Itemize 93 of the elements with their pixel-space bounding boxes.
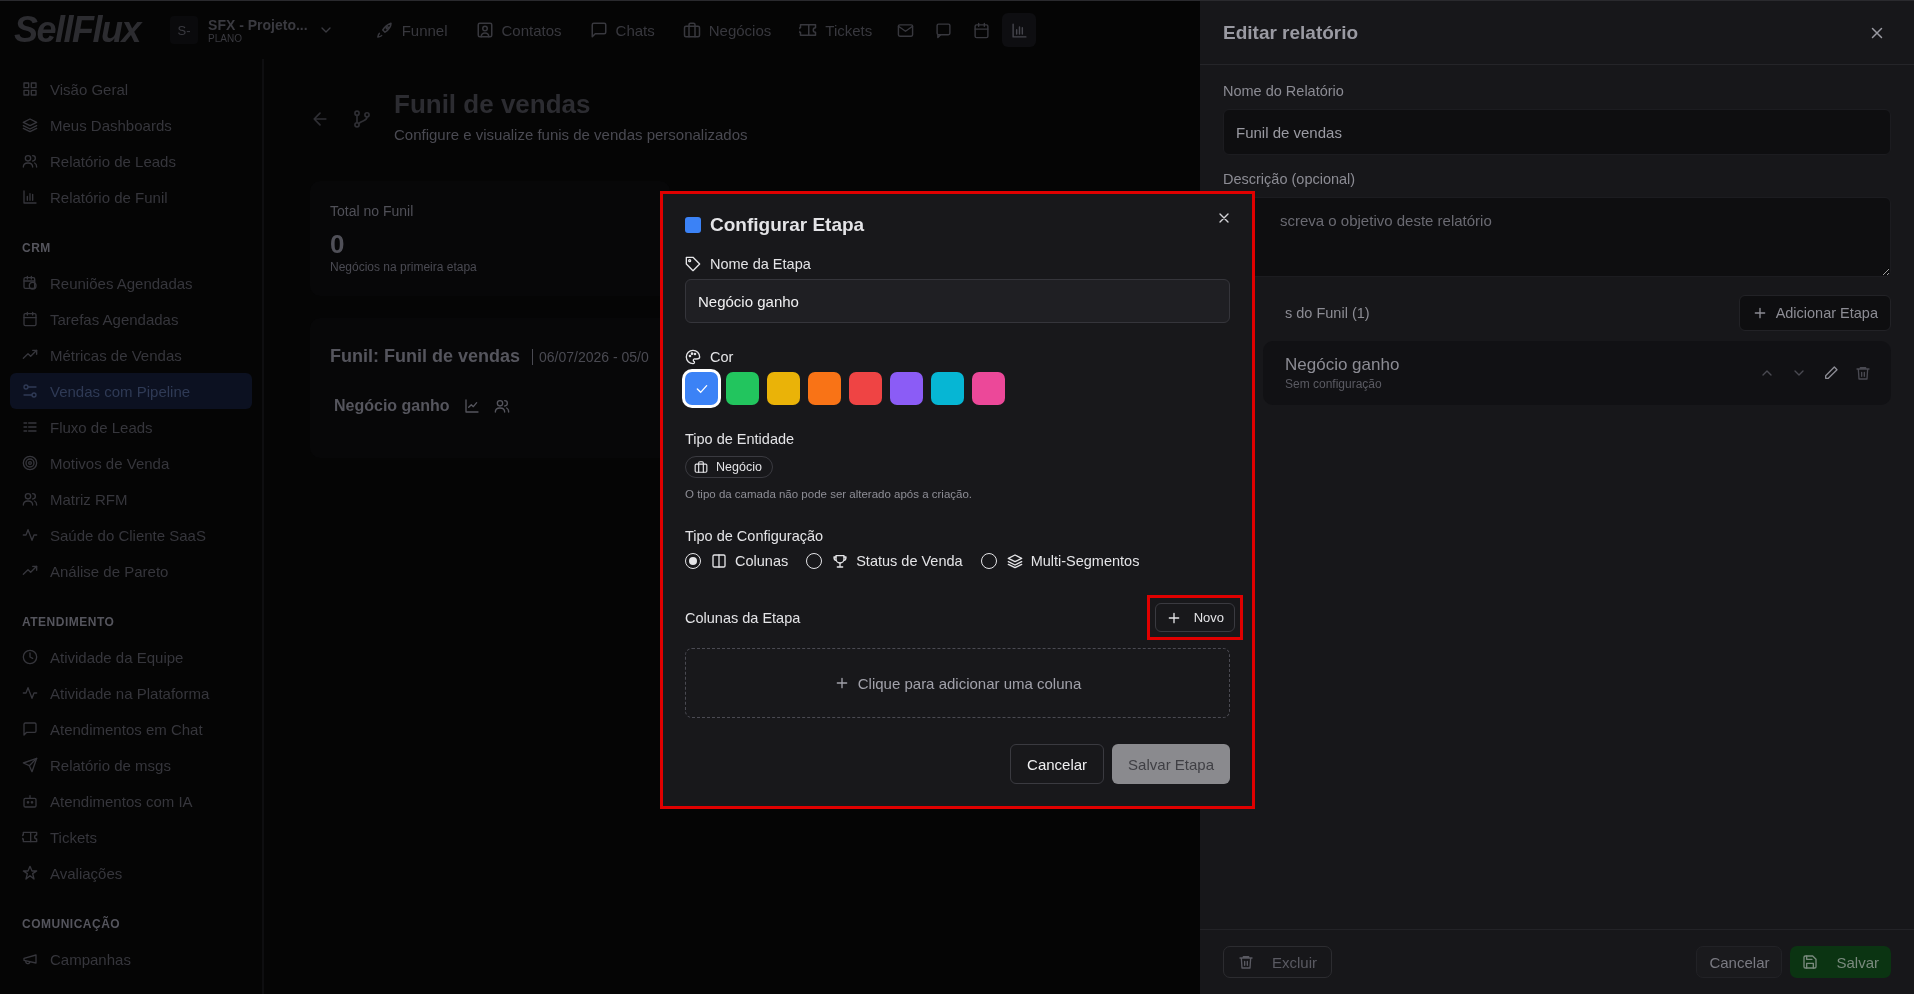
- sidebar-heading: ATENDIMENTO: [21, 614, 116, 631]
- send-icon: [22, 757, 38, 773]
- field-label: Descrição (opcional): [1223, 171, 1357, 187]
- grid-icon: [22, 81, 38, 97]
- message-icon: [934, 21, 952, 39]
- color-swatch[interactable]: [931, 372, 964, 405]
- summary-label: Total no Funil: [330, 203, 415, 219]
- pipeline-icon: [22, 383, 38, 399]
- field-label: Colunas da Etapa: [685, 609, 801, 626]
- users-icon: [22, 153, 38, 169]
- cancel-button[interactable]: Cancelar: [1010, 744, 1105, 784]
- edit-icon[interactable]: [1823, 365, 1839, 381]
- stage-name: Negócio ganho: [334, 397, 450, 415]
- color-swatch[interactable]: [685, 372, 718, 405]
- bar-chart-icon: [1010, 21, 1028, 39]
- radio-label: Status de Venda: [856, 553, 963, 569]
- radio-label: Multi-Segmentos: [1030, 553, 1140, 569]
- branch-icon: [352, 109, 372, 129]
- tag-icon: [685, 256, 701, 272]
- contact-card-icon: [475, 21, 494, 39]
- config-radio-option[interactable]: Multi-Segmentos: [980, 553, 1140, 569]
- chat-icon: [589, 21, 608, 39]
- save-icon: [1802, 954, 1819, 970]
- stage-name-field[interactable]: Negócio ganho: [685, 279, 1230, 323]
- briefcase-icon: [694, 460, 708, 474]
- cancel-button[interactable]: Cancelar: [1696, 946, 1783, 978]
- ticket-icon: [22, 829, 38, 845]
- star-icon: [22, 865, 38, 881]
- config-radio-option[interactable]: Colunas: [685, 553, 789, 569]
- columns-icon: [711, 553, 727, 569]
- line-chart-icon: [463, 398, 480, 414]
- chat-icon: [22, 721, 38, 737]
- rocket-icon: [375, 21, 394, 39]
- stages-label: s do Funil (1): [1285, 305, 1370, 321]
- new-column-button[interactable]: Novo: [1154, 603, 1235, 632]
- bar-chart-icon: [22, 189, 38, 205]
- add-column-dropzone[interactable]: Clique para adicionar uma coluna: [685, 648, 1230, 718]
- megaphone-icon: [22, 951, 38, 967]
- field-label: Nome da Etapa: [710, 256, 811, 272]
- workspace-plan: PLANO: [208, 32, 243, 44]
- trophy-icon: [832, 553, 849, 569]
- color-swatch[interactable]: [972, 372, 1005, 405]
- summary-caption: Negócios na primeira etapa: [330, 260, 478, 274]
- config-radio-option[interactable]: Status de Venda: [806, 553, 963, 569]
- color-swatch[interactable]: [849, 372, 882, 405]
- entity-note: O tipo da camada não pode ser alterado após a criação.: [685, 488, 974, 500]
- stage-name: Negócio ganho: [1285, 355, 1400, 375]
- field-label: Nome do Relatório: [1223, 83, 1345, 99]
- nav-link[interactable]: Tickets: [787, 15, 885, 45]
- ticket-icon: [799, 21, 818, 39]
- target-icon: [22, 455, 38, 471]
- field-label: Tipo de Configuração: [685, 528, 825, 544]
- color-swatch[interactable]: [808, 372, 841, 405]
- color-swatch[interactable]: [726, 372, 759, 405]
- field-label: Tipo de Entidade: [685, 431, 796, 447]
- funnel-title: Funil: Funil de vendas: [330, 346, 520, 367]
- mail-icon: [896, 21, 914, 39]
- save-button[interactable]: Salvar: [1790, 946, 1891, 978]
- clock-icon: [22, 649, 38, 665]
- briefcase-icon: [682, 21, 701, 39]
- sidebar-heading: COMUNICAÇÃO: [21, 915, 122, 933]
- pulse-icon: [22, 685, 38, 701]
- layers-icon: [22, 117, 38, 133]
- trash-icon: [1238, 954, 1254, 970]
- nav-link[interactable]: Chats: [577, 15, 667, 45]
- bot-icon: [22, 793, 38, 809]
- radio-label: Colunas: [735, 553, 789, 569]
- funnel-date-range: 06/07/2026 - 05/0: [532, 349, 649, 365]
- summary-value: 0: [330, 229, 346, 260]
- color-swatch[interactable]: [767, 372, 800, 405]
- page-subtitle: Configure e visualize funis de vendas personalizados: [394, 126, 748, 143]
- add-stage-button[interactable]: Adicionar Etapa: [1738, 295, 1891, 331]
- workspace-name: SFX - Projeto...: [208, 16, 308, 33]
- panel-title: Editar relatório: [1223, 21, 1359, 44]
- nav-link[interactable]: Negócios: [670, 15, 784, 45]
- nav-link[interactable]: Contatos: [463, 15, 574, 45]
- palette-icon: [685, 349, 701, 365]
- dialog-title: Configurar Etapa: [710, 214, 865, 236]
- field-label: Cor: [710, 349, 734, 365]
- users-icon: [22, 491, 38, 507]
- nav-link[interactable]: Funnel: [363, 15, 460, 45]
- list-icon: [22, 419, 38, 435]
- pulse-icon: [22, 527, 38, 543]
- layers-icon: [1006, 553, 1023, 569]
- delete-button[interactable]: Excluir: [1223, 946, 1332, 978]
- calendar-icon: [22, 311, 38, 327]
- sidebar-heading: CRM: [21, 240, 52, 257]
- color-swatch[interactable]: [890, 372, 923, 405]
- report-name-field[interactable]: Funil de vendas: [1223, 109, 1891, 155]
- calendar-clock-icon: [22, 275, 38, 291]
- stage-status: Sem configuração: [1285, 377, 1383, 391]
- users-icon: [493, 398, 510, 414]
- calendar-icon: [972, 21, 990, 39]
